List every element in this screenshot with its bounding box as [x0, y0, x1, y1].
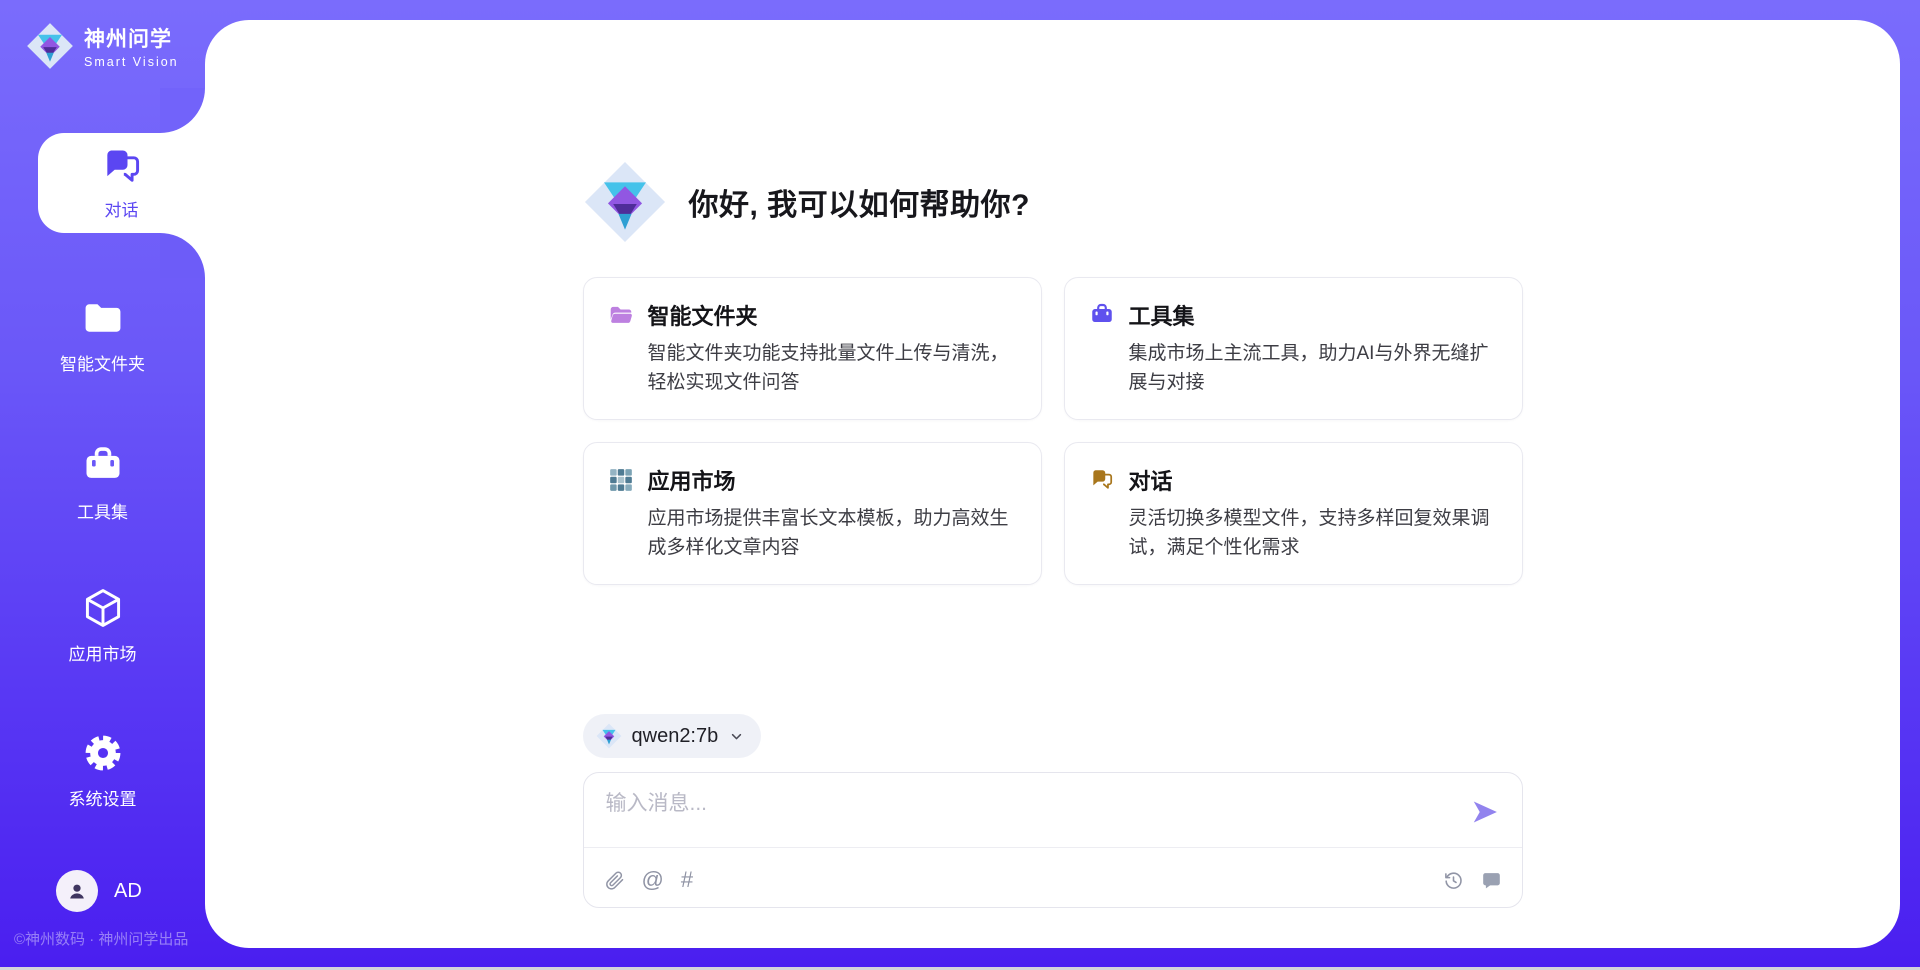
sidebar-item-label: 系统设置	[69, 785, 137, 810]
sidebar-item-toolset[interactable]: 工具集	[0, 444, 205, 523]
folder-icon	[81, 296, 125, 340]
user-initials: AD	[114, 880, 142, 903]
card-title: 智能文件夹	[648, 299, 758, 331]
mention-button[interactable]: @	[642, 869, 664, 891]
gear-icon	[81, 731, 125, 775]
sidebar-item-label: 应用市场	[69, 640, 137, 665]
content-area: 你好, 我可以如何帮助你? 智能文件夹 智能文件夹功能支持批量文件上传与清洗，轻…	[205, 20, 1900, 948]
message-input[interactable]	[606, 787, 1436, 839]
mention-symbol: @	[642, 869, 664, 891]
composer-tools-right	[1443, 870, 1502, 891]
card-header: 智能文件夹	[608, 299, 1017, 331]
avatar	[56, 870, 98, 912]
chat-bubbles-icon	[100, 145, 144, 189]
gem-model-icon	[596, 723, 622, 749]
composer-toolbar: @ #	[604, 865, 1502, 895]
card-description: 应用市场提供丰富长文本模板，助力高效生成多样化文章内容	[648, 505, 1017, 562]
toolbox-icon	[81, 444, 125, 488]
gem-logo-icon	[26, 22, 74, 70]
brand-subtitle: Smart Vision	[84, 55, 179, 69]
new-chat-button[interactable]	[1481, 870, 1502, 891]
sidebar-item-label: 智能文件夹	[60, 350, 145, 375]
card-toolset[interactable]: 工具集 集成市场上主流工具，助力AI与外界无缝扩展与对接	[1064, 277, 1523, 420]
attach-file-button[interactable]	[604, 870, 625, 891]
gem-greeting-icon	[583, 160, 667, 244]
card-description: 集成市场上主流工具，助力AI与外界无缝扩展与对接	[1129, 340, 1498, 397]
chat-bubbles-icon	[1089, 467, 1115, 493]
tab-fillet-top	[160, 88, 205, 133]
card-title: 应用市场	[648, 464, 736, 496]
card-app-market[interactable]: 应用市场 应用市场提供丰富长文本模板，助力高效生成多样化文章内容	[583, 442, 1042, 585]
chat-bubble-icon	[1481, 870, 1502, 891]
person-avatar-icon	[65, 879, 89, 903]
chevron-down-icon	[728, 728, 745, 745]
send-icon	[1470, 797, 1500, 827]
copyright-text: ©神州数码 · 神州问学出品	[14, 928, 188, 949]
card-header: 工具集	[1089, 299, 1498, 331]
greeting-text: 你好, 我可以如何帮助你?	[689, 180, 1031, 224]
card-description: 智能文件夹功能支持批量文件上传与清洗，轻松实现文件问答	[648, 340, 1017, 397]
card-title: 工具集	[1129, 299, 1195, 331]
cube-icon	[81, 586, 125, 630]
composer-divider	[584, 847, 1522, 848]
card-header: 应用市场	[608, 464, 1017, 496]
model-selected-label: qwen2:7b	[632, 725, 719, 748]
brand-name: 神州问学	[84, 23, 179, 53]
card-header: 对话	[1089, 464, 1498, 496]
suggestion-cards: 智能文件夹 智能文件夹功能支持批量文件上传与清洗，轻松实现文件问答 工具集 集成…	[583, 277, 1523, 585]
user-account[interactable]: AD	[56, 870, 142, 912]
topic-symbol: #	[681, 869, 693, 891]
folder-open-icon	[608, 302, 634, 328]
sidebar-item-label: 工具集	[77, 498, 128, 523]
toolbox-icon	[1089, 302, 1115, 328]
card-smart-folders[interactable]: 智能文件夹 智能文件夹功能支持批量文件上传与清洗，轻松实现文件问答	[583, 277, 1042, 420]
message-composer: @ #	[583, 772, 1523, 908]
mosaic-grid-icon	[608, 467, 634, 493]
topic-button[interactable]: #	[681, 869, 693, 891]
sidebar-item-smart-folders[interactable]: 智能文件夹	[0, 296, 205, 375]
attachment-icon	[604, 870, 625, 891]
greeting-row: 你好, 我可以如何帮助你?	[583, 160, 1031, 244]
sidebar-item-label: 对话	[105, 196, 139, 221]
sidebar-item-chat[interactable]: 对话	[38, 133, 205, 233]
card-description: 灵活切换多模型文件，支持多样回复效果调试，满足个性化需求	[1129, 505, 1498, 562]
sidebar-item-app-market[interactable]: 应用市场	[0, 586, 205, 665]
card-chat[interactable]: 对话 灵活切换多模型文件，支持多样回复效果调试，满足个性化需求	[1064, 442, 1523, 585]
brand-logo: 神州问学 Smart Vision	[26, 22, 179, 70]
history-icon	[1443, 870, 1464, 891]
brand-text: 神州问学 Smart Vision	[84, 23, 179, 69]
tab-fillet-bottom	[160, 233, 205, 278]
sidebar-item-settings[interactable]: 系统设置	[0, 731, 205, 810]
history-button[interactable]	[1443, 870, 1464, 891]
composer-tools-left: @ #	[604, 869, 694, 891]
model-selector[interactable]: qwen2:7b	[583, 714, 762, 758]
card-title: 对话	[1129, 464, 1173, 496]
app-root: 神州问学 Smart Vision 对话 智能文件夹 工具集 应用市场 系统设置…	[0, 0, 1920, 970]
send-button[interactable]	[1470, 797, 1500, 827]
